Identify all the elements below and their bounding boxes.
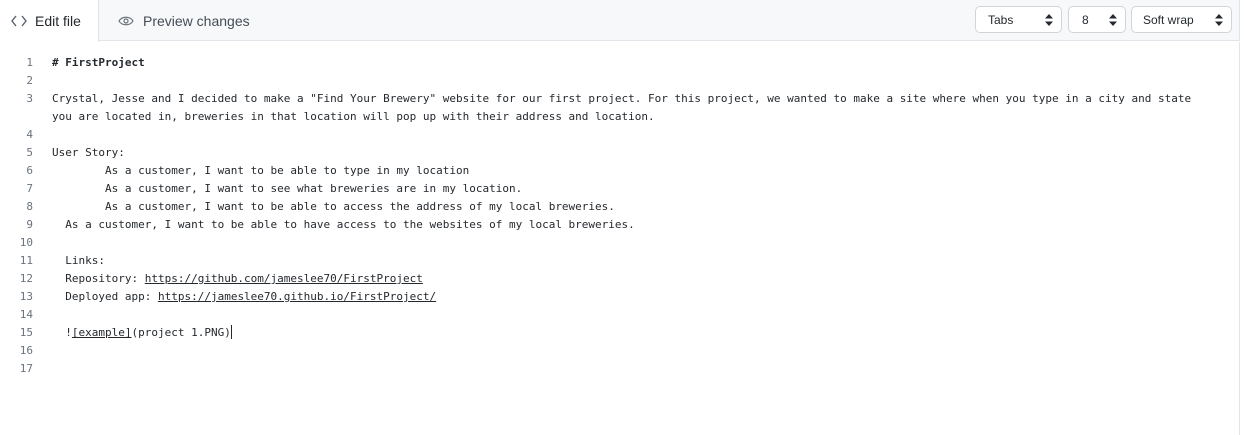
line-number: 10 — [19, 236, 33, 249]
wrap-mode-value: Soft wrap — [1143, 12, 1194, 27]
line-number: 7 — [26, 182, 33, 195]
line-number: 4 — [26, 128, 33, 141]
line-number: 9 — [26, 218, 33, 231]
line-text[interactable]: Deployed app: https://jameslee70.github.… — [52, 288, 1216, 306]
line-number: 6 — [26, 164, 33, 177]
deployed-prefix: Deployed app: — [52, 290, 158, 303]
eye-icon — [118, 15, 134, 27]
editor-line: 3 Crystal, Jesse and I decided to make a… — [0, 90, 1240, 126]
tab-edit-label: Edit file — [35, 13, 81, 29]
line-number: 15 — [19, 326, 33, 339]
editor-line: 9 As a customer, I want to be able to ha… — [0, 216, 1240, 234]
text-cursor — [230, 325, 232, 339]
image-path: (project 1.PNG) — [131, 326, 231, 339]
line-number: 8 — [26, 200, 33, 213]
line-text[interactable]: ![example](project 1.PNG) — [52, 324, 1216, 342]
line-number: 1 — [26, 56, 33, 69]
line-text[interactable]: As a customer, I want to be able to acce… — [52, 198, 1216, 216]
line-text[interactable]: Crystal, Jesse and I decided to make a "… — [52, 90, 1216, 126]
editor-line: 15 ![example](project 1.PNG) — [0, 324, 1240, 342]
editor-line: 16 — [0, 342, 1240, 360]
tab-edit-file[interactable]: Edit file — [0, 0, 99, 42]
indent-mode-value: Tabs — [988, 12, 1014, 27]
line-number: 12 — [19, 272, 33, 285]
select-caret-icon — [1109, 14, 1117, 29]
line-text[interactable]: Links: — [52, 252, 1216, 270]
line-number: 13 — [19, 290, 33, 303]
indent-size-select[interactable]: 8 — [1068, 6, 1126, 33]
line-number: 3 — [26, 92, 33, 105]
line-number: 5 — [26, 146, 33, 159]
indent-size-value: 8 — [1082, 12, 1089, 27]
editor-line: 5 User Story: — [0, 144, 1240, 162]
tab-preview-label: Preview changes — [143, 12, 250, 29]
editor-line: 11 Links: — [0, 252, 1240, 270]
line-text[interactable]: As a customer, I want to be able to have… — [52, 216, 1216, 234]
repository-link[interactable]: https://github.com/jameslee70/FirstProje… — [145, 272, 423, 285]
line-number: 11 — [19, 254, 33, 267]
select-caret-icon — [1045, 14, 1053, 29]
line-text[interactable]: # FirstProject — [52, 54, 1216, 72]
editor-line: 1 # FirstProject — [0, 54, 1240, 72]
editor-line: 12 Repository: https://github.com/jamesl… — [0, 270, 1240, 288]
line-number: 17 — [19, 362, 33, 375]
select-caret-icon — [1215, 14, 1223, 29]
editor-line: 8 As a customer, I want to be able to ac… — [0, 198, 1240, 216]
editor-line: 13 Deployed app: https://jameslee70.gith… — [0, 288, 1240, 306]
editor-line: 7 As a customer, I want to see what brew… — [0, 180, 1240, 198]
editor-line: 4 — [0, 126, 1240, 144]
indent-mode-select[interactable]: Tabs — [975, 6, 1062, 33]
editor-line: 17 — [0, 360, 1240, 378]
editor-line: 14 — [0, 306, 1240, 324]
image-prefix: ! — [52, 326, 72, 339]
image-alt-link[interactable]: [example] — [72, 326, 132, 339]
editor-header: Edit file Preview changes Tabs 8 Soft wr… — [0, 0, 1240, 42]
deployed-app-link[interactable]: https://jameslee70.github.io/FirstProjec… — [158, 290, 436, 303]
line-text[interactable]: User Story: — [52, 144, 1216, 162]
line-text[interactable]: As a customer, I want to be able to type… — [52, 162, 1216, 180]
line-text[interactable]: As a customer, I want to see what brewer… — [52, 180, 1216, 198]
tab-preview-changes[interactable]: Preview changes — [118, 0, 250, 41]
editor-line: 2 — [0, 72, 1240, 90]
line-number: 14 — [19, 308, 33, 321]
line-text[interactable]: Repository: https://github.com/jameslee7… — [52, 270, 1216, 288]
line-number: 16 — [19, 344, 33, 357]
wrap-mode-select[interactable]: Soft wrap — [1131, 6, 1232, 33]
line-number: 2 — [26, 74, 33, 87]
code-icon — [11, 15, 27, 27]
repository-prefix: Repository: — [52, 272, 145, 285]
code-editor[interactable]: 1 # FirstProject 2 3 Crystal, Jesse and … — [0, 42, 1240, 435]
editor-line: 10 — [0, 234, 1240, 252]
editor-line: 6 As a customer, I want to be able to ty… — [0, 162, 1240, 180]
